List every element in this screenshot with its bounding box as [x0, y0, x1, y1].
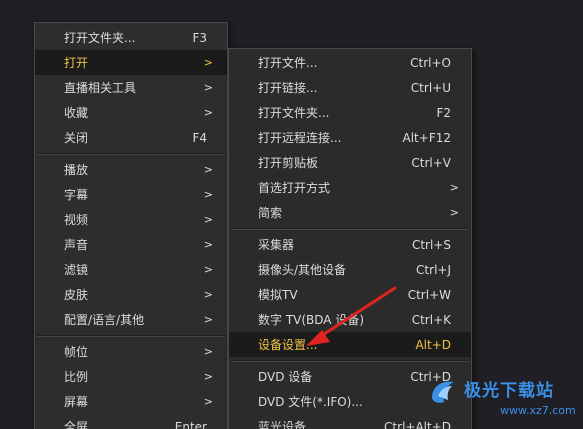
context-menu-main: 打开文件夹... F3 打开 > 直播相关工具 > 收藏 > 关闭 F4 播放 … [34, 22, 228, 429]
menu-item-shortcut: Ctrl+J [416, 262, 451, 277]
menu-item-audio[interactable]: 声音 > [35, 232, 227, 257]
menu-item-play[interactable]: 播放 > [35, 157, 227, 182]
menu-item-open-file[interactable]: 打开文件... Ctrl+O [229, 50, 471, 75]
submenu-arrow-icon: > [203, 213, 213, 226]
submenu-arrow-icon: > [203, 313, 213, 326]
submenu-arrow-icon: > [203, 56, 213, 69]
menu-item-analog-tv[interactable]: 模拟TV Ctrl+W [229, 282, 471, 307]
submenu-arrow-icon: > [203, 288, 213, 301]
submenu-arrow-icon: > [203, 81, 213, 94]
menu-item-digital-tv[interactable]: 数字 TV(BDA 设备) Ctrl+K [229, 307, 471, 332]
menu-item-label: 皮肤 [64, 288, 89, 302]
menu-item-device-settings[interactable]: 设备设置... Alt+D [229, 332, 471, 357]
menu-item-label: 打开链接... [258, 81, 318, 95]
menu-item-shortcut: Ctrl+V [411, 155, 451, 170]
menu-item-shortcut: Ctrl+U [410, 80, 451, 95]
watermark-logo-icon [432, 381, 454, 403]
menu-item-live-tools[interactable]: 直播相关工具 > [35, 75, 227, 100]
menu-item-skins[interactable]: 皮肤 > [35, 282, 227, 307]
menu-item-screen[interactable]: 屏幕 > [35, 389, 227, 414]
submenu-arrow-icon: > [203, 345, 213, 358]
menu-item-config-language[interactable]: 配置/语言/其他 > [35, 307, 227, 332]
menu-item-open-clipboard[interactable]: 打开剪贴板 Ctrl+V [229, 150, 471, 175]
menu-item-label: 屏幕 [64, 395, 89, 409]
menu-item-label: 打开远程连接... [258, 131, 342, 145]
submenu-arrow-icon: > [203, 263, 213, 276]
submenu-arrow-icon: > [203, 188, 213, 201]
menu-separator [231, 361, 469, 362]
menu-item-label: 蓝光设备 [258, 420, 307, 429]
menu-item-label: 声音 [64, 238, 89, 252]
submenu-arrow-icon: > [203, 395, 213, 408]
menu-separator [37, 336, 225, 337]
menu-item-camera[interactable]: 摄像头/其他设备 Ctrl+J [229, 257, 471, 282]
submenu-arrow-icon: > [203, 238, 213, 251]
menu-item-label: 首选打开方式 [258, 181, 331, 195]
menu-item-label: 打开剪贴板 [258, 156, 319, 170]
menu-item-open-folder[interactable]: 打开文件夹... F3 [35, 25, 227, 50]
submenu-arrow-icon: > [449, 206, 459, 219]
menu-item-video[interactable]: 视频 > [35, 207, 227, 232]
menu-item-label: 采集器 [258, 238, 295, 252]
menu-item-label: 设备设置... [258, 338, 318, 352]
menu-item-label: 字幕 [64, 188, 89, 202]
menu-item-label: 全屏 [64, 420, 89, 429]
menu-item-shortcut: F4 [192, 130, 207, 145]
menu-separator [231, 229, 469, 230]
watermark: 极光下载站 www.xz7.com [420, 370, 583, 429]
menu-item-label: 收藏 [64, 106, 89, 120]
menu-item-shortcut: Ctrl+O [410, 55, 451, 70]
menu-item-open-remote[interactable]: 打开远程连接... Alt+F12 [229, 125, 471, 150]
menu-item-open-link[interactable]: 打开链接... Ctrl+U [229, 75, 471, 100]
menu-item-subtitles[interactable]: 字幕 > [35, 182, 227, 207]
menu-item-index[interactable]: 简索 > [229, 200, 471, 225]
menu-item-shortcut: Ctrl+W [407, 287, 451, 302]
menu-item-shortcut: Enter [174, 419, 207, 429]
menu-item-shortcut: F3 [192, 30, 207, 45]
menu-item-fullscreen[interactable]: 全屏 Enter [35, 414, 227, 429]
menu-item-label: DVD 设备 [258, 370, 313, 384]
menu-item-label: 帧位 [64, 345, 89, 359]
submenu-arrow-icon: > [449, 181, 459, 194]
menu-item-label: 配置/语言/其他 [64, 313, 145, 327]
menu-item-label: DVD 文件(*.IFO)... [258, 395, 363, 409]
menu-item-filters[interactable]: 滤镜 > [35, 257, 227, 282]
menu-item-label: 视频 [64, 213, 89, 227]
submenu-arrow-icon: > [203, 106, 213, 119]
menu-item-shortcut: F2 [436, 105, 451, 120]
menu-item-label: 关闭 [64, 131, 89, 145]
menu-item-frame[interactable]: 帧位 > [35, 339, 227, 364]
menu-item-label: 打开文件夹... [258, 106, 330, 120]
menu-item-label: 打开文件夹... [64, 31, 136, 45]
menu-item-close[interactable]: 关闭 F4 [35, 125, 227, 150]
menu-item-open-folder[interactable]: 打开文件夹... F2 [229, 100, 471, 125]
menu-item-label: 直播相关工具 [64, 81, 137, 95]
menu-item-capture[interactable]: 采集器 Ctrl+S [229, 232, 471, 257]
watermark-title: 极光下载站 [464, 381, 554, 401]
menu-item-shortcut: Ctrl+K [411, 312, 451, 327]
menu-item-label: 数字 TV(BDA 设备) [258, 313, 365, 327]
menu-separator [37, 154, 225, 155]
menu-item-shortcut: Alt+F12 [402, 130, 451, 145]
submenu-arrow-icon: > [203, 163, 213, 176]
menu-item-label: 打开 [64, 56, 89, 70]
menu-item-favorites[interactable]: 收藏 > [35, 100, 227, 125]
menu-item-label: 播放 [64, 163, 89, 177]
menu-item-label: 比例 [64, 370, 89, 384]
menu-item-label: 滤镜 [64, 263, 89, 277]
menu-item-label: 打开文件... [258, 56, 318, 70]
menu-item-label: 摄像头/其他设备 [258, 263, 347, 277]
menu-item-preferred-open[interactable]: 首选打开方式 > [229, 175, 471, 200]
menu-item-label: 模拟TV [258, 288, 298, 302]
menu-item-label: 简索 [258, 206, 283, 220]
menu-item-open[interactable]: 打开 > [35, 50, 227, 75]
menu-item-shortcut: Alt+D [415, 337, 451, 352]
submenu-arrow-icon: > [203, 370, 213, 383]
menu-item-shortcut: Ctrl+S [411, 237, 451, 252]
menu-item-ratio[interactable]: 比例 > [35, 364, 227, 389]
watermark-url: www.xz7.com [500, 404, 576, 417]
